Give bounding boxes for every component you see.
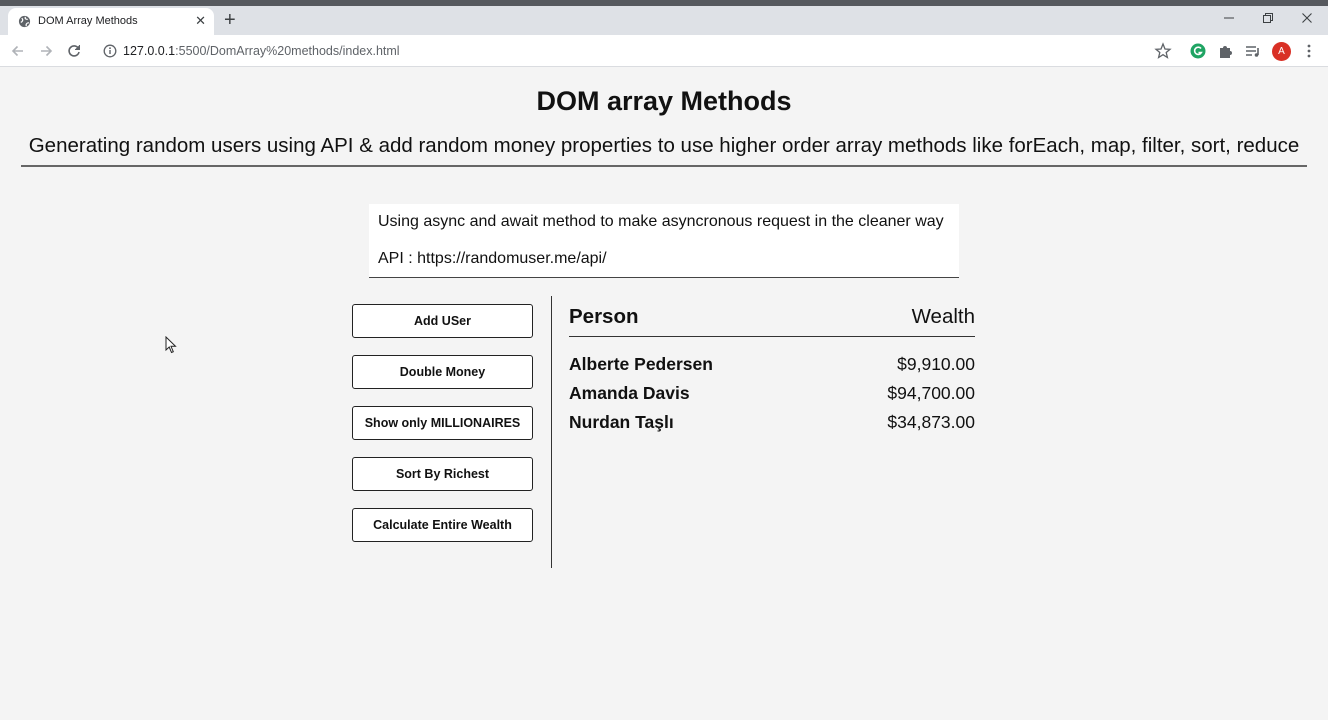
extensions-puzzle-icon[interactable] — [1217, 42, 1235, 60]
restore-icon[interactable] — [1258, 10, 1278, 28]
header-person: Person — [569, 305, 639, 328]
browser-tab[interactable]: DOM Array Methods ✕ — [8, 8, 214, 35]
tab-strip: DOM Array Methods ✕ + — [0, 6, 1328, 35]
close-window-icon[interactable] — [1297, 10, 1317, 28]
person-wealth: $94,700.00 — [887, 383, 975, 403]
table-header: Person Wealth — [569, 303, 975, 337]
browser-toolbar: 127.0.0.1:5500/DomArray%20methods/index.… — [0, 35, 1328, 67]
table-body: Alberte Pedersen $9,910.00 Amanda Davis … — [569, 354, 975, 441]
show-millionaires-button[interactable]: Show only MILLIONAIRES — [352, 406, 533, 440]
table-row: Amanda Davis $94,700.00 — [569, 383, 975, 412]
person-name: Alberte Pedersen — [569, 354, 713, 374]
table-row: Nurdan Taşlı $34,873.00 — [569, 412, 975, 441]
back-arrow-icon[interactable] — [8, 41, 28, 61]
tab-title: DOM Array Methods — [38, 15, 138, 27]
minimize-icon[interactable] — [1219, 10, 1239, 28]
url-host: 127.0.0.1 — [123, 44, 176, 58]
media-control-icon[interactable] — [1244, 42, 1262, 60]
bookmark-star-icon[interactable] — [1154, 42, 1172, 60]
reload-icon[interactable] — [64, 41, 84, 61]
person-wealth: $9,910.00 — [897, 354, 975, 374]
mouse-cursor-icon — [165, 336, 177, 354]
calculate-wealth-button[interactable]: Calculate Entire Wealth — [352, 508, 533, 542]
page-content: DOM array Methods Generating random user… — [0, 68, 1328, 720]
table-row: Alberte Pedersen $9,910.00 — [569, 354, 975, 383]
add-user-button[interactable]: Add USer — [352, 304, 533, 338]
new-tab-icon[interactable]: + — [224, 9, 236, 31]
browser-menu-icon[interactable] — [1300, 42, 1318, 60]
address-bar[interactable]: 127.0.0.1:5500/DomArray%20methods/index.… — [123, 44, 400, 58]
sort-richest-button[interactable]: Sort By Richest — [352, 457, 533, 491]
wealth-table: Person Wealth Alberte Pedersen $9,910.00… — [569, 303, 975, 441]
double-money-button[interactable]: Double Money — [352, 355, 533, 389]
url-path: :5500/DomArray%20methods/index.html — [175, 44, 400, 58]
person-name: Nurdan Taşlı — [569, 412, 674, 432]
page-subtitle: Generating random users using API & add … — [21, 134, 1307, 167]
person-name: Amanda Davis — [569, 383, 690, 403]
close-tab-icon[interactable]: ✕ — [195, 14, 206, 28]
person-wealth: $34,873.00 — [887, 412, 975, 432]
vertical-divider — [551, 296, 552, 568]
header-wealth: Wealth — [911, 305, 975, 328]
info-description: Using async and await method to make asy… — [378, 213, 944, 230]
site-info-icon[interactable] — [103, 44, 117, 58]
forward-arrow-icon[interactable] — [36, 41, 56, 61]
globe-icon — [18, 15, 31, 28]
profile-avatar[interactable]: A — [1272, 42, 1291, 61]
grammarly-extension-icon[interactable] — [1189, 42, 1207, 60]
info-api-url: API : https://randomuser.me/api/ — [378, 250, 607, 267]
info-box: Using async and await method to make asy… — [369, 204, 959, 278]
page-title: DOM array Methods — [536, 86, 792, 116]
